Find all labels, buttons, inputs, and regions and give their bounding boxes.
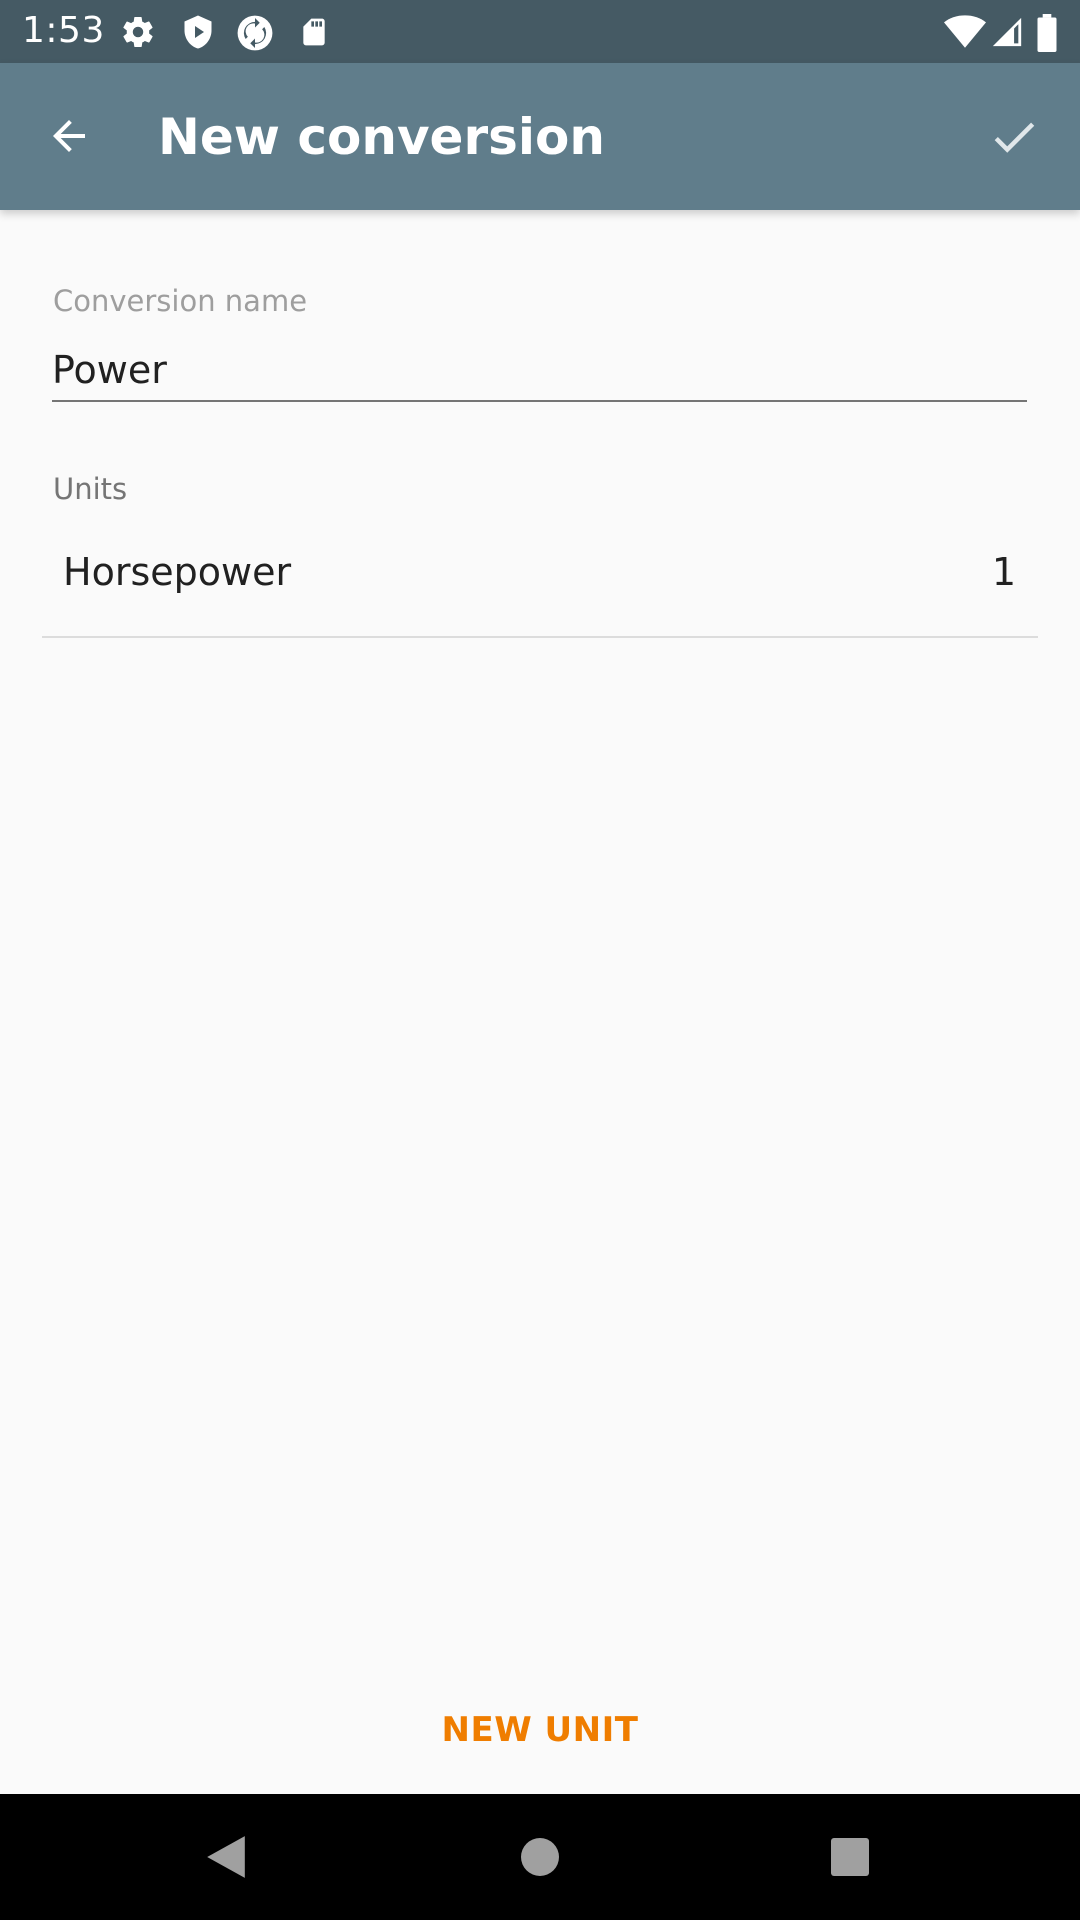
wifi-icon [944,14,986,50]
conversion-name-input[interactable] [52,340,1027,402]
play-shield-icon [180,14,216,50]
screen: 1:53 New conversion Conversion name Powe… [0,0,1080,1920]
nav-home-button[interactable] [510,1827,570,1887]
back-button[interactable] [36,103,102,169]
back-triangle-icon [207,1836,245,1878]
recents-square-icon [831,1838,869,1876]
units-label: Units [53,472,128,506]
new-unit-button[interactable]: NEW UNIT [390,1700,690,1760]
app-bar: New conversion [0,63,1080,210]
page-title: New conversion [158,108,605,166]
nav-back-button[interactable] [196,1827,256,1887]
unit-value: 1 [991,550,1016,594]
navigation-bar [0,1794,1080,1920]
confirm-button[interactable] [978,101,1050,173]
battery-icon [1036,14,1060,53]
status-bar: 1:53 [0,0,1080,63]
nav-recents-button[interactable] [820,1827,880,1887]
home-circle-icon [521,1838,559,1876]
sync-icon [236,14,273,51]
conversion-name-label: Conversion name [53,284,308,318]
cell-signal-icon [990,14,1026,50]
status-time: 1:53 [22,10,105,51]
arrow-back-icon [53,120,85,152]
unit-name: Horsepower [63,550,292,594]
check-icon [994,122,1035,153]
unit-row[interactable]: Horsepower 1 [42,530,1038,638]
settings-icon [120,14,156,50]
sd-card-icon [298,14,334,50]
